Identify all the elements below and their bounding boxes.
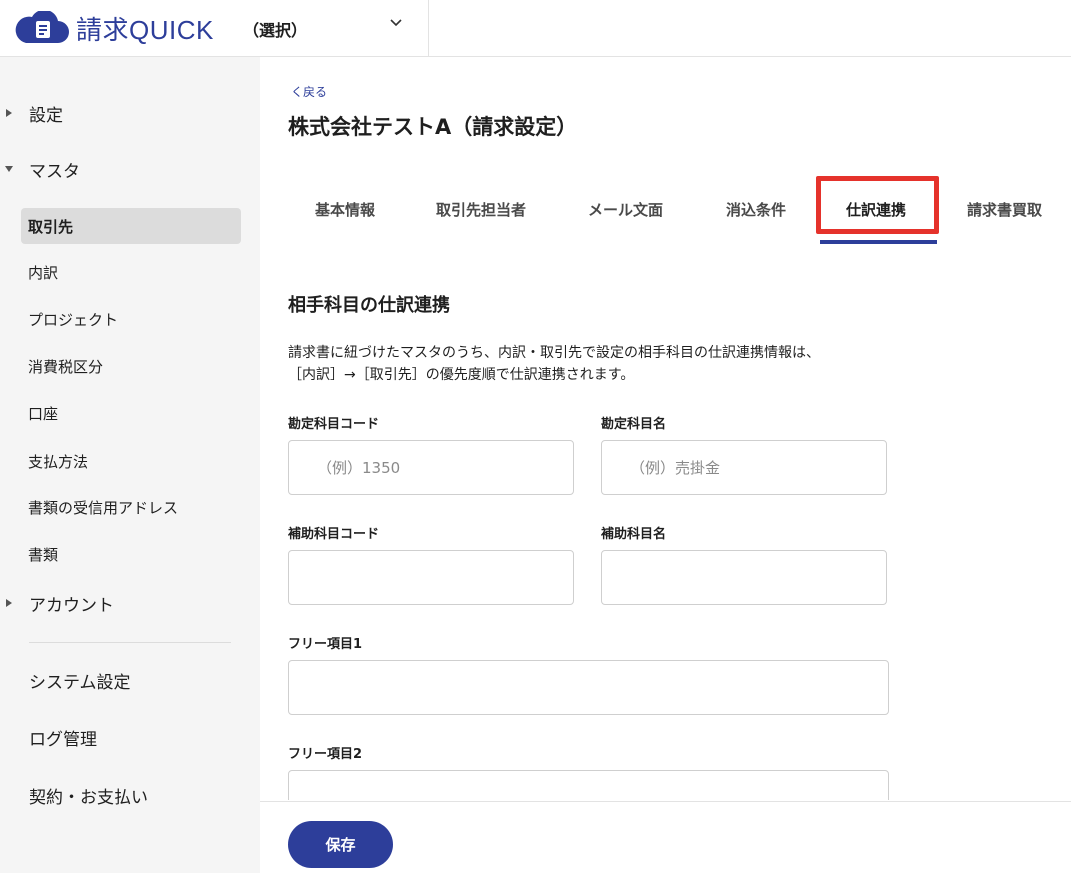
section-title: 相手科目の仕訳連携 bbox=[288, 295, 450, 316]
sub-account-name-label: 補助科目名 bbox=[601, 527, 667, 542]
top-header: 請求QUICK （選択） bbox=[0, 0, 1071, 57]
caret-right-icon bbox=[6, 599, 12, 607]
sidebar-group-settings[interactable]: 設定 bbox=[0, 93, 260, 133]
sidebar-item-receive-address[interactable]: 書類の受信用アドレス bbox=[21, 489, 241, 525]
active-tab-indicator bbox=[820, 240, 937, 244]
free-item-2-label: フリー項目2 bbox=[288, 747, 363, 762]
sidebar-item-clients[interactable]: 取引先 bbox=[21, 208, 241, 244]
save-button[interactable]: 保存 bbox=[288, 821, 393, 868]
sidebar-group-label: 設定 bbox=[29, 105, 63, 126]
account-name-label: 勘定科目名 bbox=[601, 417, 667, 432]
sidebar-group-label: マスタ bbox=[29, 161, 80, 182]
sidebar-divider bbox=[29, 642, 231, 643]
main-content: く戻る 株式会社テストA（請求設定） 基本情報 取引先担当者 メール文面 消込条… bbox=[260, 57, 1071, 800]
sub-account-code-label: 補助科目コード bbox=[288, 527, 380, 542]
back-link[interactable]: く戻る bbox=[291, 83, 327, 100]
tab-email-template[interactable]: メール文面 bbox=[588, 199, 663, 220]
sidebar-group-account[interactable]: アカウント bbox=[0, 583, 260, 623]
tab-reconciliation[interactable]: 消込条件 bbox=[726, 199, 786, 220]
sidebar-item-system-settings[interactable]: システム設定 bbox=[29, 668, 131, 693]
free-item-1-label: フリー項目1 bbox=[288, 637, 363, 652]
sidebar: 設定 マスタ 取引先 内訳 プロジェクト 消費税区分 口座 支払方法 書類の受信… bbox=[0, 57, 260, 873]
tab-invoice-factoring[interactable]: 請求書買取 bbox=[967, 199, 1042, 220]
page-title: 株式会社テストA（請求設定） bbox=[288, 115, 578, 139]
account-name-input[interactable] bbox=[601, 440, 887, 495]
account-code-input[interactable] bbox=[288, 440, 574, 495]
sidebar-item-projects[interactable]: プロジェクト bbox=[21, 301, 241, 337]
sidebar-item-log-management[interactable]: ログ管理 bbox=[29, 725, 97, 750]
sidebar-item-payment-method[interactable]: 支払方法 bbox=[21, 443, 241, 479]
free-item-1-input[interactable] bbox=[288, 660, 889, 715]
app-logo[interactable]: 請求QUICK bbox=[14, 10, 214, 46]
caret-down-icon bbox=[5, 166, 13, 172]
sidebar-item-bank-account[interactable]: 口座 bbox=[21, 395, 241, 431]
sidebar-group-label: アカウント bbox=[29, 595, 114, 616]
caret-right-icon bbox=[6, 109, 12, 117]
section-description: 請求書に紐づけたマスタのうち、内訳・取引先で設定の相手科目の仕訳連携情報は、 ［… bbox=[288, 342, 928, 386]
sidebar-item-contract-payment[interactable]: 契約・お支払い bbox=[29, 783, 148, 808]
description-line: 請求書に紐づけたマスタのうち、内訳・取引先で設定の相手科目の仕訳連携情報は、 bbox=[288, 345, 820, 361]
tab-client-contacts[interactable]: 取引先担当者 bbox=[436, 199, 526, 220]
sub-account-code-input[interactable] bbox=[288, 550, 574, 605]
tab-bar: 基本情報 取引先担当者 メール文面 消込条件 仕訳連携 請求書買取 bbox=[260, 169, 1071, 249]
cloud-document-icon bbox=[15, 11, 69, 43]
action-footer: 保存 bbox=[260, 801, 1071, 873]
chevron-down-icon bbox=[390, 19, 402, 27]
sidebar-group-master[interactable]: マスタ bbox=[0, 149, 260, 189]
account-code-label: 勘定科目コード bbox=[288, 417, 380, 432]
free-item-2-input[interactable] bbox=[288, 770, 889, 800]
tab-basic-info[interactable]: 基本情報 bbox=[315, 199, 375, 220]
sidebar-item-tax-category[interactable]: 消費税区分 bbox=[21, 348, 241, 384]
sub-account-name-input[interactable] bbox=[601, 550, 887, 605]
company-selector[interactable]: （選択） bbox=[243, 0, 429, 57]
sidebar-item-breakdown[interactable]: 内訳 bbox=[21, 254, 241, 290]
description-line: ［内訳］→［取引先］の優先度順で仕訳連携されます。 bbox=[288, 367, 635, 383]
sidebar-item-documents[interactable]: 書類 bbox=[21, 536, 241, 572]
app-name: 請求QUICK bbox=[76, 14, 214, 45]
company-selector-label: （選択） bbox=[243, 20, 308, 40]
annotation-highlight-box bbox=[816, 176, 939, 234]
